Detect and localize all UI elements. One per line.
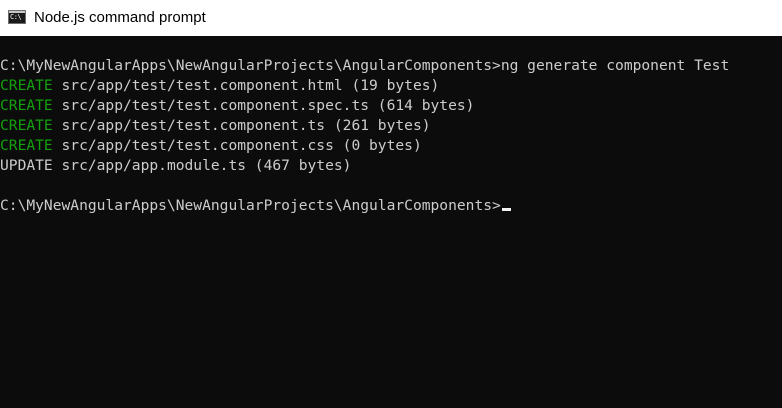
console-window: C:\ Node.js command prompt C:\MyNewAngul… [0,0,782,408]
action-keyword: CREATE [0,97,53,114]
output-line: CREATE src/app/test/test.component.ts (2… [0,116,431,136]
action-keyword: CREATE [0,117,53,134]
prompt-text: C:\MyNewAngularApps\NewAngularProjects\A… [0,197,501,214]
output-path: src/app/app.module.ts (467 bytes) [52,157,352,174]
action-keyword: CREATE [0,77,53,94]
console-output-area[interactable]: C:\MyNewAngularApps\NewAngularProjects\A… [0,36,782,408]
output-line: CREATE src/app/test/test.component.html … [0,76,439,96]
prompt-text: C:\MyNewAngularApps\NewAngularProjects\A… [0,57,501,74]
action-keyword: UPDATE [0,157,53,174]
cmd-console-icon[interactable]: C:\ [8,10,26,24]
current-prompt-line[interactable]: C:\MyNewAngularApps\NewAngularProjects\A… [0,196,511,216]
output-path: src/app/test/test.component.ts (261 byte… [52,117,431,134]
output-line: CREATE src/app/test/test.component.spec.… [0,96,474,116]
command-text: ng generate component Test [500,57,730,74]
output-path: src/app/test/test.component.css (0 bytes… [52,137,422,154]
output-path: src/app/test/test.component.spec.ts (614… [52,97,475,114]
output-line: CREATE src/app/test/test.component.css (… [0,136,422,156]
title-bar[interactable]: C:\ Node.js command prompt [0,0,782,36]
command-line: C:\MyNewAngularApps\NewAngularProjects\A… [0,56,729,76]
output-path: src/app/test/test.component.html (19 byt… [52,77,440,94]
text-cursor [501,208,511,211]
action-keyword: CREATE [0,137,53,154]
window-title: Node.js command prompt [34,9,206,26]
output-line: UPDATE src/app/app.module.ts (467 bytes) [0,156,351,176]
